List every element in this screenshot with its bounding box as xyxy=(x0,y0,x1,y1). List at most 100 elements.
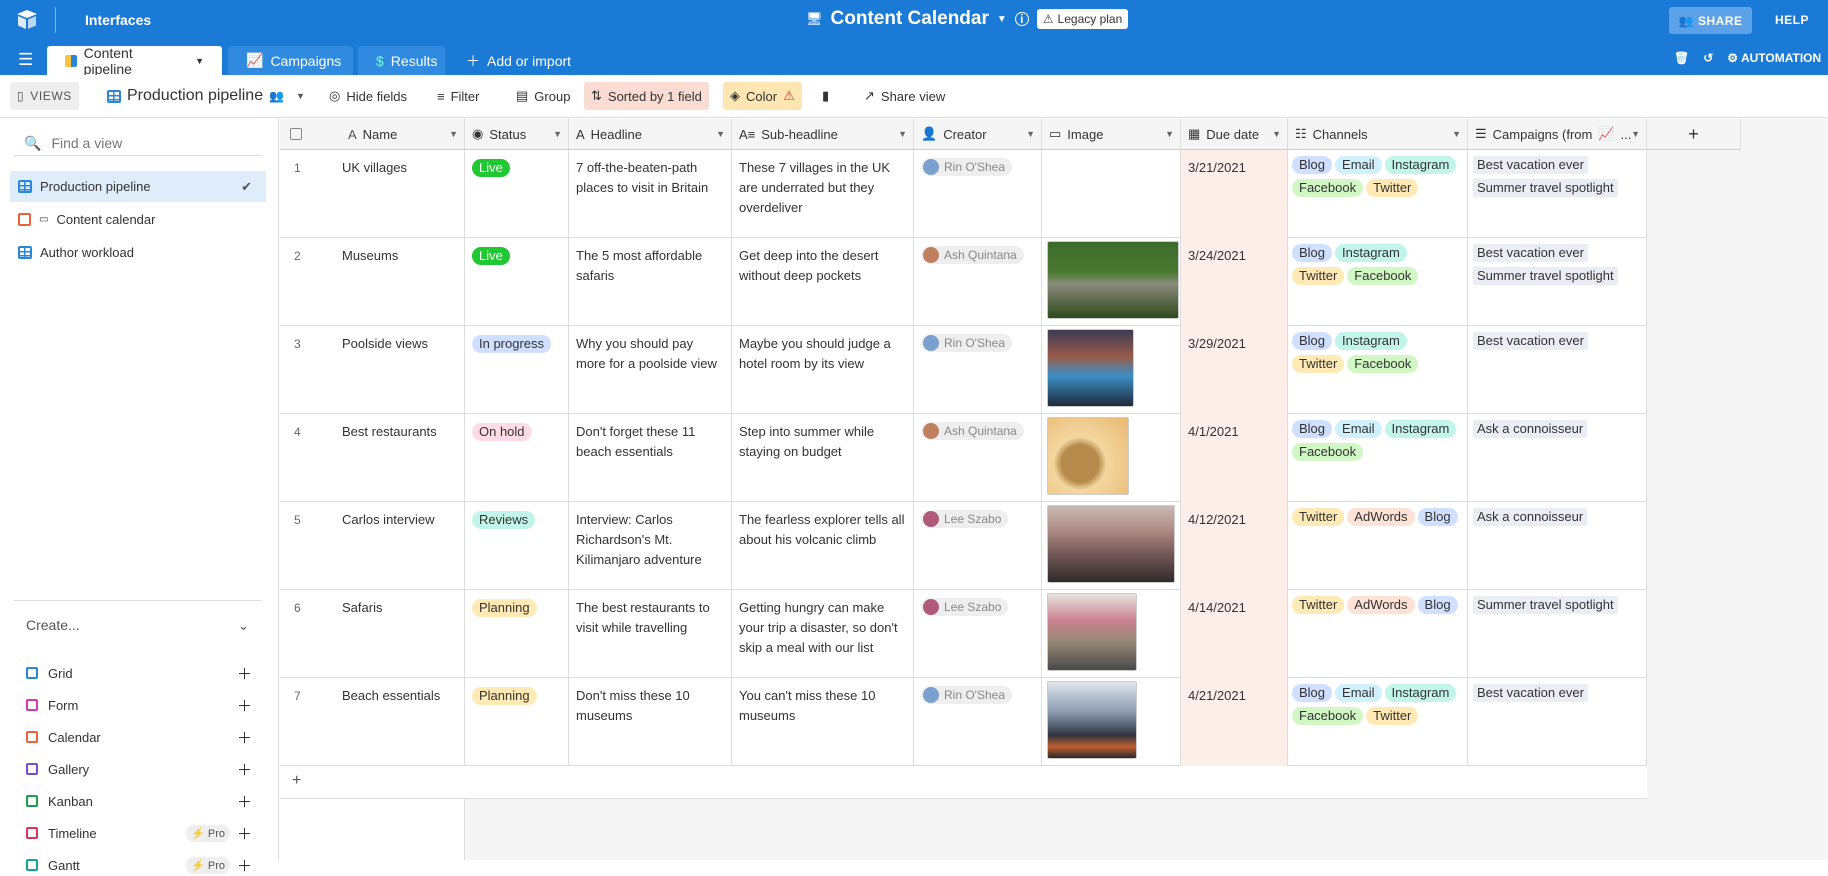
chevron-down-icon[interactable]: ▼ xyxy=(716,129,725,139)
trash-icon[interactable]: 🗑 xyxy=(1674,51,1689,65)
name-cell[interactable]: Beach essentials xyxy=(335,678,465,766)
subheadline-cell[interactable]: These 7 villages in the UK are underrate… xyxy=(732,150,914,238)
logo-icon[interactable] xyxy=(15,8,39,32)
status-cell[interactable]: Planning xyxy=(465,590,569,678)
select-all-checkbox[interactable] xyxy=(290,128,302,140)
subheadline-cell[interactable]: You can't miss these 10 museums xyxy=(732,678,914,766)
channels-cell[interactable]: Blog Instagram Twitter Facebook xyxy=(1288,238,1468,326)
creator-cell[interactable]: Ash Quintana xyxy=(914,238,1042,326)
add-or-import-button[interactable]: ＋ Add or import xyxy=(448,46,589,75)
header-image[interactable]: ▭ Image ▼ xyxy=(1042,119,1181,150)
subheadline-cell[interactable]: Getting hungry can make your trip a disa… xyxy=(732,590,914,678)
create-calendar-button[interactable]: Calendar ＋ xyxy=(26,727,252,747)
sidebar-view-content-calendar[interactable]: ▭ Content calendar xyxy=(10,204,266,235)
image-thumbnail[interactable] xyxy=(1047,241,1179,319)
chevron-down-icon[interactable]: ▼ xyxy=(195,56,204,66)
headline-cell[interactable]: Don't miss these 10 museums xyxy=(569,678,732,766)
headline-cell[interactable]: Why you should pay more for a poolside v… xyxy=(569,326,732,414)
create-timeline-button[interactable]: Timeline ⚡ Pro ＋ xyxy=(26,823,252,843)
chevron-down-icon[interactable]: ▼ xyxy=(1452,129,1461,139)
chevron-down-icon[interactable]: ▼ xyxy=(898,129,907,139)
campaigns-cell[interactable]: Summer travel spotlight xyxy=(1468,590,1647,678)
header-channels[interactable]: ☷ Channels ▼ xyxy=(1288,119,1468,150)
create-gantt-button[interactable]: Gantt ⚡ Pro ＋ xyxy=(26,855,252,875)
header-name-column[interactable]: A Name ▼ xyxy=(280,119,465,150)
channels-cell[interactable]: Blog Email Instagram Facebook Twitter xyxy=(1288,678,1468,766)
sort-button[interactable]: ⇅ Sorted by 1 field xyxy=(584,82,709,110)
share-button[interactable]: 👥 SHARE xyxy=(1669,7,1752,34)
history-icon[interactable]: ↺ xyxy=(1703,51,1713,65)
creator-cell[interactable]: Rin O'Shea xyxy=(914,678,1042,766)
due-date-cell[interactable]: 4/14/2021 xyxy=(1181,590,1288,678)
campaign-link[interactable]: Best vacation ever xyxy=(1473,156,1588,174)
hamburger-icon[interactable]: ☰ xyxy=(18,50,33,70)
image-thumbnail[interactable] xyxy=(1047,505,1175,583)
image-cell[interactable] xyxy=(1042,150,1181,238)
campaigns-cell[interactable]: Best vacation ever Summer travel spotligh… xyxy=(1468,150,1647,238)
subheadline-cell[interactable]: Maybe you should judge a hotel room by i… xyxy=(732,326,914,414)
table-row[interactable]: 4 Best restaurants On hold Don't forget … xyxy=(280,414,1647,502)
create-grid-button[interactable]: Grid ＋ xyxy=(26,663,252,683)
plus-icon[interactable]: ＋ xyxy=(237,695,252,716)
image-cell[interactable] xyxy=(1042,414,1181,502)
campaign-link[interactable]: Summer travel spotlight xyxy=(1473,179,1618,197)
sidebar-view-production-pipeline[interactable]: Production pipeline ✔ xyxy=(10,171,266,202)
header-status[interactable]: ◉ Status ▼ xyxy=(465,119,569,150)
due-date-cell[interactable]: 4/12/2021 xyxy=(1181,502,1288,590)
headline-cell[interactable]: The best restaurants to visit while trav… xyxy=(569,590,732,678)
chevron-down-icon[interactable]: ▼ xyxy=(1631,129,1640,139)
create-view-header[interactable]: Create... xyxy=(26,617,80,633)
image-thumbnail[interactable] xyxy=(1047,329,1134,407)
name-cell[interactable]: Poolside views xyxy=(335,326,465,414)
plus-icon[interactable]: ＋ xyxy=(237,855,252,876)
status-cell[interactable]: Reviews xyxy=(465,502,569,590)
name-cell[interactable]: Carlos interview xyxy=(335,502,465,590)
tab-results[interactable]: $ Results xyxy=(358,46,445,75)
automations-button[interactable]: ⚙ AUTOMATION xyxy=(1727,51,1821,65)
header-subheadline[interactable]: A≡ Sub-headline ▼ xyxy=(732,119,914,150)
status-cell[interactable]: In progress xyxy=(465,326,569,414)
table-row[interactable]: 5 Carlos interview Reviews Interview: Ca… xyxy=(280,502,1647,590)
due-date-cell[interactable]: 3/29/2021 xyxy=(1181,326,1288,414)
chevron-down-icon[interactable]: ▼ xyxy=(997,14,1007,25)
campaigns-cell[interactable]: Ask a connoisseur xyxy=(1468,502,1647,590)
subheadline-cell[interactable]: The fearless explorer tells all about hi… xyxy=(732,502,914,590)
chevron-down-icon[interactable]: ⌄ xyxy=(238,618,249,634)
header-campaigns[interactable]: ☰ Campaigns (from 📈... ▼ xyxy=(1468,119,1647,150)
sidebar-view-author-workload[interactable]: Author workload xyxy=(10,237,266,268)
campaign-link[interactable]: Summer travel spotlight xyxy=(1473,267,1618,285)
legacy-plan-badge[interactable]: ⚠ Legacy plan xyxy=(1036,9,1129,29)
channels-cell[interactable]: Blog Instagram Twitter Facebook xyxy=(1288,326,1468,414)
header-creator[interactable]: 👤 Creator ▼ xyxy=(914,119,1042,150)
image-cell[interactable] xyxy=(1042,238,1181,326)
campaigns-cell[interactable]: Best vacation ever xyxy=(1468,678,1647,766)
image-thumbnail[interactable] xyxy=(1047,681,1137,759)
group-button[interactable]: ▤ Group xyxy=(509,82,577,110)
header-due-date[interactable]: ▦ Due date ▼ xyxy=(1181,119,1288,150)
campaign-link[interactable]: Best vacation ever xyxy=(1473,684,1588,702)
plus-icon[interactable]: ＋ xyxy=(237,823,252,844)
creator-cell[interactable]: Lee Szabo xyxy=(914,590,1042,678)
image-thumbnail[interactable] xyxy=(1047,417,1129,495)
headline-cell[interactable]: Interview: Carlos Richardson's Mt. Kilim… xyxy=(569,502,732,590)
table-row[interactable]: 1 UK villages Live 7 off-the-beaten-path… xyxy=(280,150,1647,238)
plus-icon[interactable]: ＋ xyxy=(237,759,252,780)
campaigns-cell[interactable]: Best vacation ever Summer travel spotligh… xyxy=(1468,238,1647,326)
campaign-link[interactable]: Best vacation ever xyxy=(1473,332,1588,350)
subheadline-cell[interactable]: Get deep into the desert without deep po… xyxy=(732,238,914,326)
name-cell[interactable]: Best restaurants xyxy=(335,414,465,502)
status-cell[interactable]: Live xyxy=(465,238,569,326)
chevron-down-icon[interactable]: ▼ xyxy=(553,129,562,139)
status-cell[interactable]: On hold xyxy=(465,414,569,502)
channels-cell[interactable]: Twitter AdWords Blog xyxy=(1288,590,1468,678)
table-row[interactable]: 7 Beach essentials Planning Don't miss t… xyxy=(280,678,1647,766)
share-view-button[interactable]: ↗ Share view xyxy=(857,82,952,110)
tab-campaigns[interactable]: 📈 Campaigns xyxy=(228,46,353,75)
due-date-cell[interactable]: 3/24/2021 xyxy=(1181,238,1288,326)
headline-cell[interactable]: 7 off-the-beaten-path places to visit in… xyxy=(569,150,732,238)
help-button[interactable]: HELP xyxy=(1775,13,1809,27)
table-row[interactable]: 6 Safaris Planning The best restaurants … xyxy=(280,590,1647,678)
headline-cell[interactable]: The 5 most affordable safaris xyxy=(569,238,732,326)
interfaces-link[interactable]: Interfaces xyxy=(85,12,151,28)
plus-icon[interactable]: ＋ xyxy=(237,791,252,812)
